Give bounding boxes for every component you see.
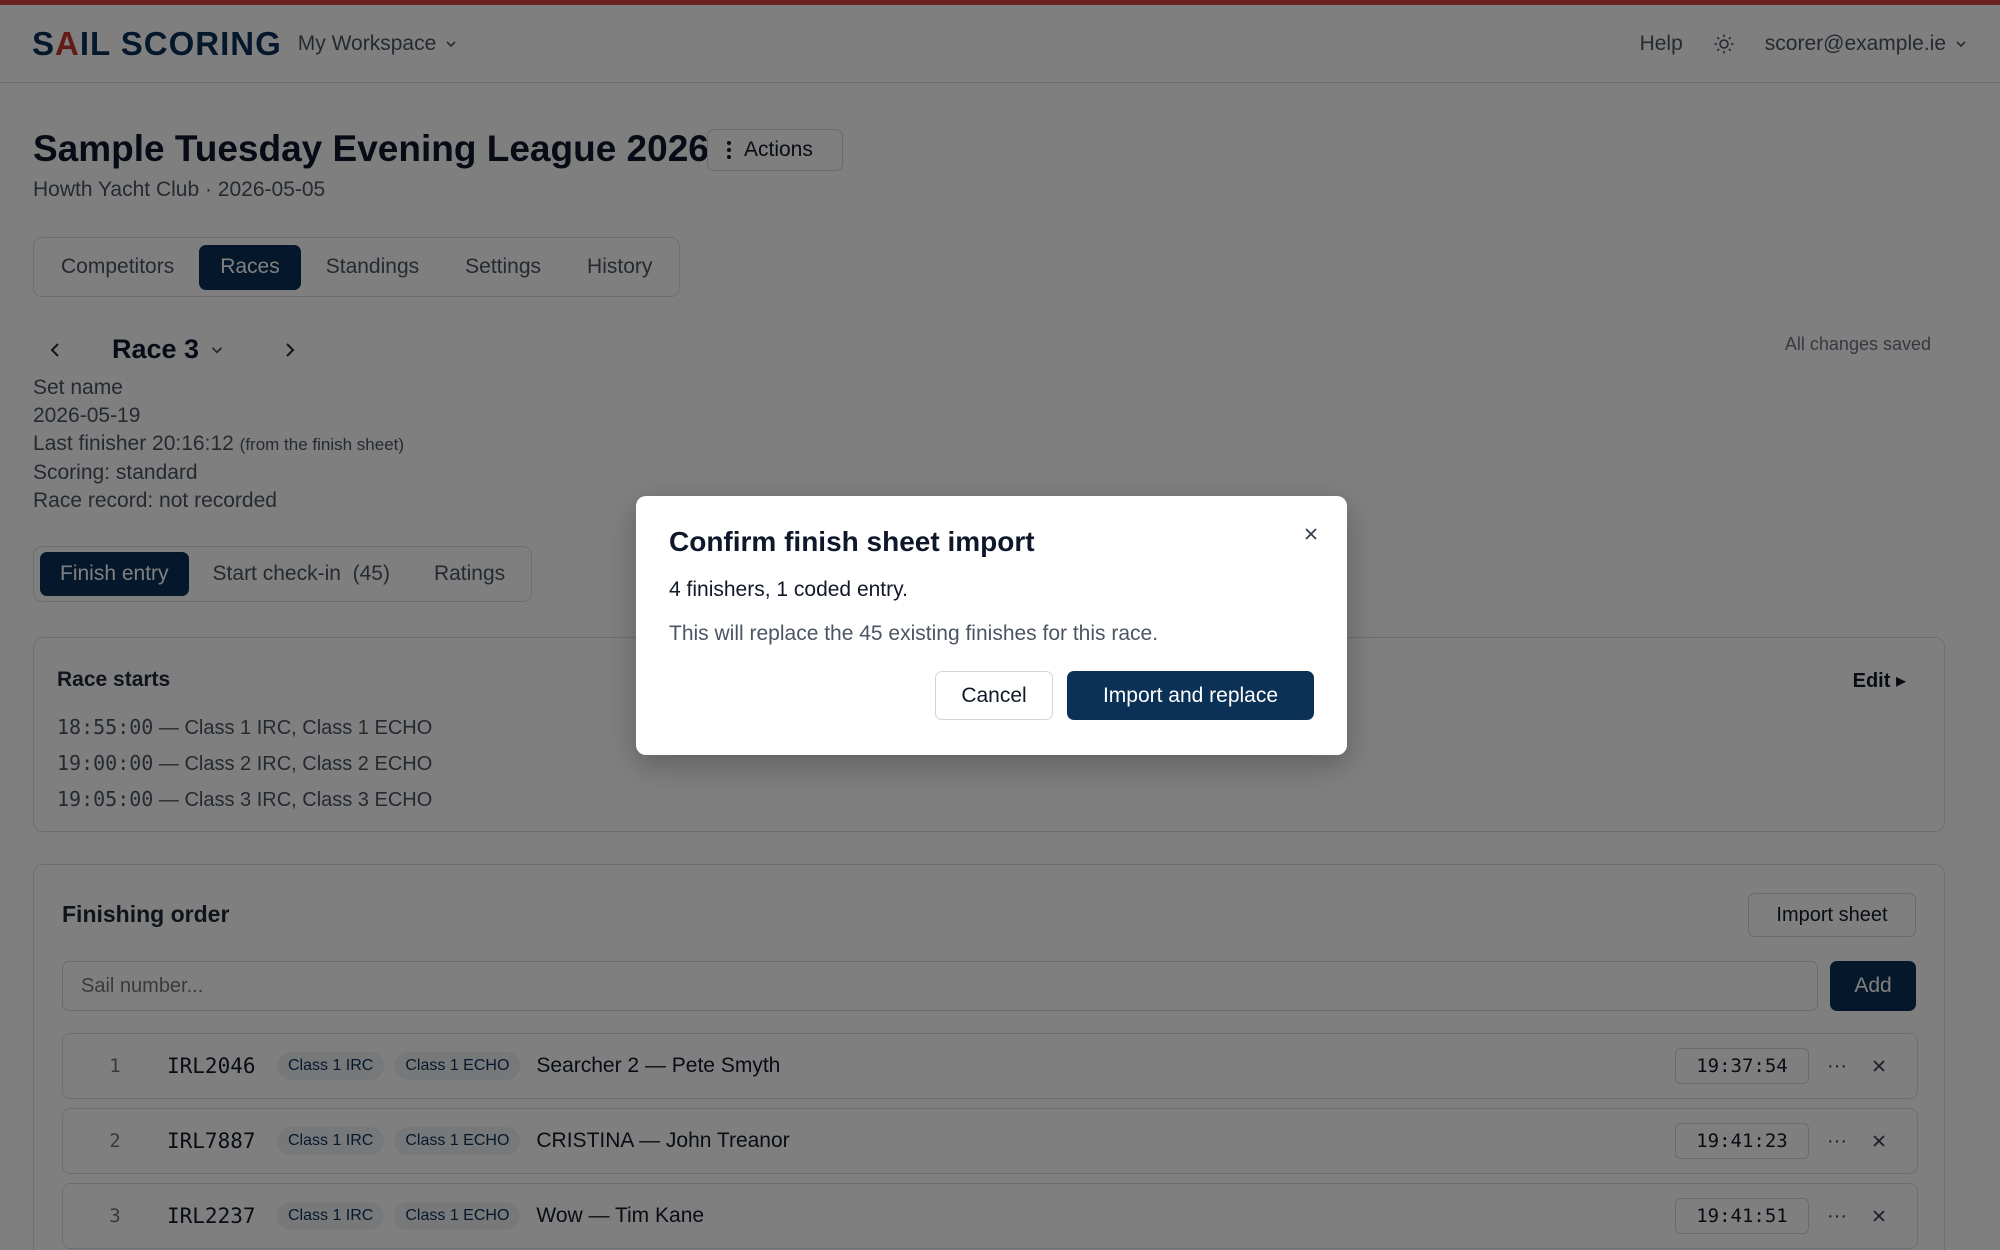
cancel-button[interactable]: Cancel bbox=[935, 671, 1053, 720]
dialog-summary: 4 finishers, 1 coded entry. bbox=[669, 578, 908, 601]
close-icon[interactable] bbox=[1299, 522, 1323, 546]
confirm-import-dialog: Confirm finish sheet import 4 finishers,… bbox=[636, 496, 1347, 755]
import-and-replace-button[interactable]: Import and replace bbox=[1067, 671, 1314, 720]
dialog-title: Confirm finish sheet import bbox=[669, 526, 1035, 557]
dialog-warning: This will replace the 45 existing finish… bbox=[669, 622, 1159, 645]
